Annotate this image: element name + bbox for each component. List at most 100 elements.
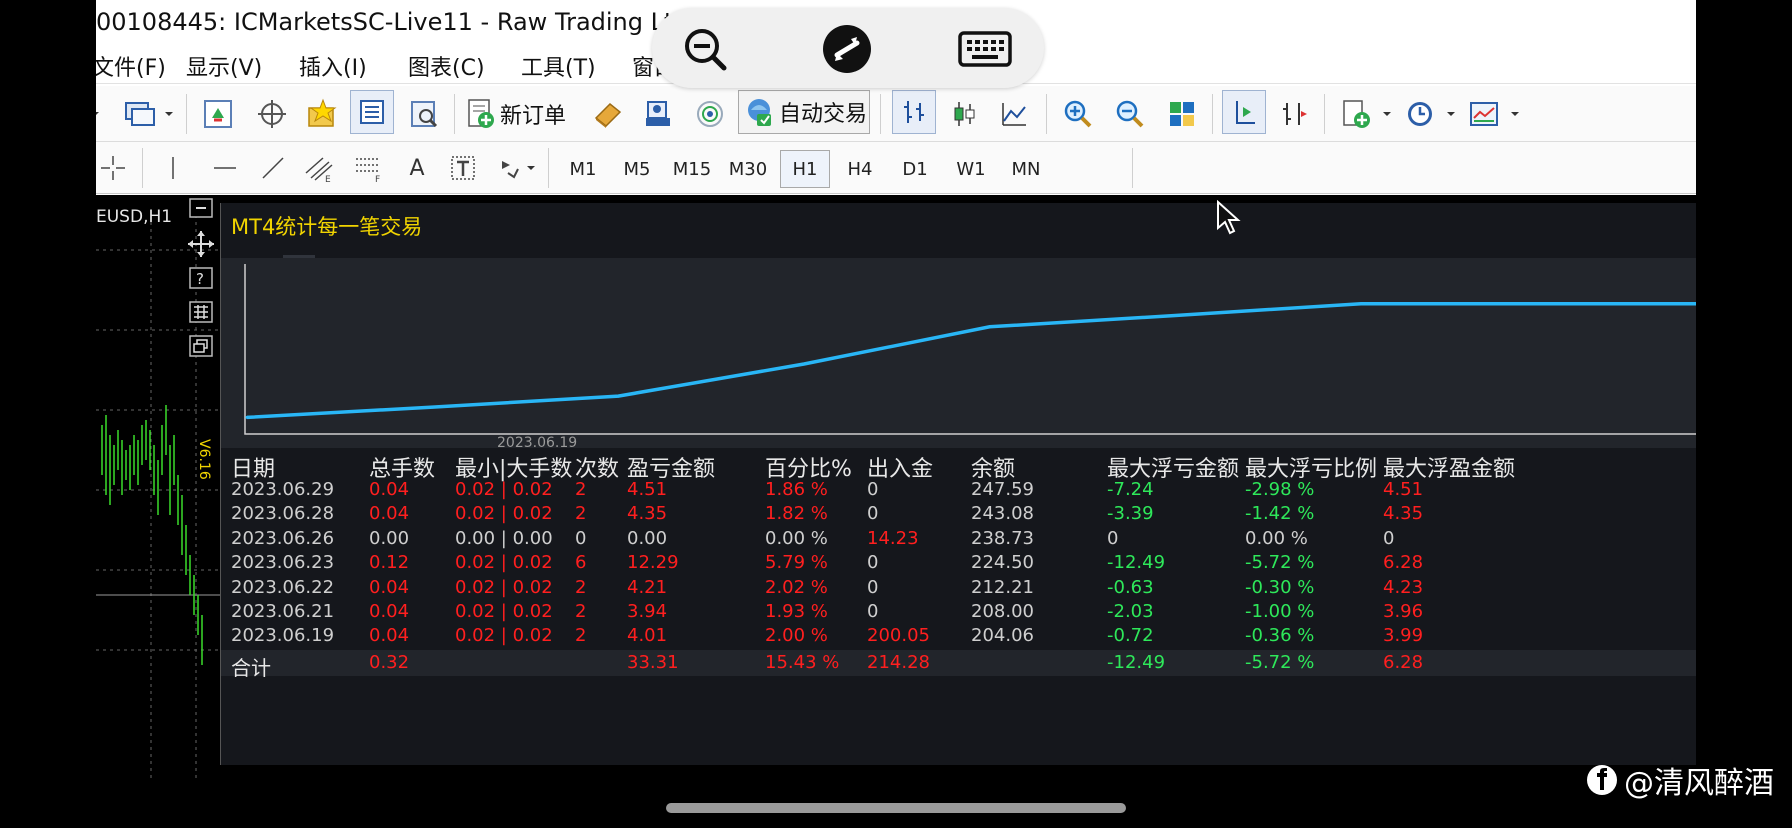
indicators-icon[interactable] <box>1334 92 1378 136</box>
table-cell: 2023.06.29 <box>231 479 335 500</box>
timeframe-m30[interactable]: M30 <box>720 150 776 188</box>
timeframe-h4[interactable]: H4 <box>834 150 886 188</box>
new-order-button[interactable]: 新订单 <box>466 92 578 136</box>
settings-icon[interactable] <box>184 297 218 327</box>
table-cell: -2.98 % <box>1245 479 1315 500</box>
trendline-icon[interactable] <box>256 146 290 190</box>
fibonacci-icon[interactable]: F <box>352 146 386 190</box>
menu-file[interactable]: 文件(F) <box>96 50 166 82</box>
panel-title: MT4统计每一笔交易 <box>231 215 423 239</box>
dropdown-arrow-icon[interactable] <box>1508 92 1522 136</box>
collapse-panel-icon[interactable] <box>184 195 218 223</box>
move-panel-icon[interactable] <box>184 229 218 259</box>
dropdown-arrow-icon[interactable] <box>96 92 100 136</box>
equity-curve-chart: 2023.06.19 <box>221 258 1696 448</box>
table-row[interactable]: 2023.06.21 0.04 0.02 | 0.02 2 3.94 1.93 % 0 208… <box>221 601 1696 628</box>
table-row[interactable]: 2023.06.29 0.04 0.02 | 0.02 2 4.51 1.86 % 0 247… <box>221 479 1696 506</box>
line-chart-icon[interactable] <box>992 92 1036 136</box>
zoom-out-icon[interactable] <box>1108 92 1152 136</box>
vertical-line-icon[interactable] <box>156 146 190 190</box>
timeframe-w1[interactable]: W1 <box>944 150 998 188</box>
auto-trading-button[interactable]: 自动交易 <box>738 90 870 134</box>
table-cell: 2023.06.23 <box>231 552 335 574</box>
svg-text:E: E <box>325 175 331 183</box>
menu-charts[interactable]: 图表(C) <box>408 50 485 82</box>
horizontal-line-icon[interactable] <box>208 146 242 190</box>
templates-icon[interactable] <box>1462 92 1506 136</box>
table-row[interactable]: 2023.06.28 0.04 0.02 | 0.02 2 4.35 1.82 % 0 243… <box>221 503 1696 530</box>
arrows-icon[interactable] <box>494 146 528 190</box>
terminal-icon[interactable] <box>350 90 394 134</box>
timeframe-m5[interactable]: M5 <box>610 150 664 188</box>
table-cell: 0.02 | 0.02 <box>455 625 553 647</box>
keyboard-icon[interactable] <box>958 22 1012 76</box>
help-icon[interactable]: ? <box>184 263 218 293</box>
table-row[interactable]: 2023.06.22 0.04 0.02 | 0.02 2 4.21 2.02 % 0 212… <box>221 577 1696 604</box>
metaeditor-icon[interactable] <box>586 92 630 136</box>
timeframe-d1[interactable]: D1 <box>888 150 942 188</box>
zoom-out-magnifier-icon[interactable] <box>678 22 732 76</box>
table-row[interactable]: 2023.06.23 0.12 0.02 | 0.02 6 12.29 5.79 % 0 22… <box>221 552 1696 579</box>
text-label-icon[interactable] <box>446 146 480 190</box>
tile-windows-icon[interactable] <box>1160 92 1204 136</box>
chart-shift-icon[interactable] <box>1272 92 1316 136</box>
total-cell: 6.28 <box>1383 651 1424 673</box>
timeframe-m15[interactable]: M15 <box>664 150 720 188</box>
table-cell: 2 <box>575 503 587 525</box>
table-cell: 0.02 | 0.02 <box>455 503 553 525</box>
table-row[interactable]: 2023.06.19 0.04 0.02 | 0.02 2 4.01 2.00 % 200.… <box>221 625 1696 652</box>
table-cell: 2.00 % <box>765 625 828 647</box>
table-cell: 0.12 <box>369 552 410 574</box>
table-cell: 1.86 % <box>765 479 828 500</box>
remote-desktop-icon[interactable] <box>820 22 874 76</box>
timeframe-h1[interactable]: H1 <box>780 150 830 188</box>
mailbox-icon[interactable] <box>636 92 680 136</box>
tester-icon[interactable] <box>402 92 446 136</box>
menu-tools[interactable]: 工具(T) <box>521 50 596 82</box>
restore-window-icon[interactable] <box>184 331 218 361</box>
table-cell: -0.30 % <box>1245 576 1315 598</box>
favorites-icon[interactable] <box>300 92 344 136</box>
text-tool-icon[interactable]: A <box>400 146 434 190</box>
market-watch-icon[interactable] <box>196 92 240 136</box>
table-cell: 0.00 | 0.00 <box>455 527 553 549</box>
equidistant-channel-icon[interactable]: E <box>302 146 336 190</box>
mouse-cursor-icon <box>1217 200 1241 235</box>
chart-window[interactable]: EUSD,H1 V6.16 ? MT4统计每一笔交易 综 日 周 月 季 年 <box>96 195 1696 780</box>
menu-view[interactable]: 显示(V) <box>186 50 262 82</box>
home-indicator[interactable] <box>666 803 1126 813</box>
table-cell: -7.24 <box>1107 479 1154 500</box>
timeframe-mn[interactable]: MN <box>998 150 1054 188</box>
dropdown-arrow-icon[interactable] <box>1380 92 1394 136</box>
remote-desktop-controls <box>652 8 1044 88</box>
table-cell: 3.94 <box>627 601 668 622</box>
candlesticks-icon[interactable] <box>942 92 986 136</box>
new-order-label: 新订单 <box>500 104 567 129</box>
table-cell: 1.93 % <box>765 601 828 622</box>
table-cell: 0.04 <box>369 601 410 622</box>
autoscroll-icon[interactable] <box>1222 90 1266 134</box>
bar-chart-icon[interactable] <box>892 90 936 134</box>
table-row[interactable]: 2023.06.26 0.00 0.00 | 0.00 0 0.00 0.00 % 14.2… <box>221 528 1696 555</box>
navigator-icon[interactable] <box>250 92 294 136</box>
crosshair-icon[interactable] <box>96 146 130 190</box>
table-cell: 3.96 <box>1383 601 1424 622</box>
profiles-icon[interactable] <box>118 92 162 136</box>
chart-symbol-label: EUSD,H1 <box>96 207 173 227</box>
timeframe-m1[interactable]: M1 <box>556 150 610 188</box>
table-cell: 0.04 <box>369 576 410 598</box>
equity-point <box>1173 314 1177 317</box>
signals-icon[interactable] <box>688 92 732 136</box>
table-cell: 2023.06.19 <box>231 625 335 647</box>
table-cell: -1.42 % <box>1245 503 1315 525</box>
dropdown-arrow-icon[interactable] <box>162 92 176 136</box>
table-cell: 2023.06.21 <box>231 601 335 622</box>
menu-insert[interactable]: 插入(I) <box>299 50 367 82</box>
dropdown-arrow-icon[interactable] <box>1444 92 1458 136</box>
table-cell: 0.02 | 0.02 <box>455 601 553 622</box>
zoom-in-icon[interactable] <box>1056 92 1100 136</box>
periods-clock-icon[interactable] <box>1398 92 1442 136</box>
dropdown-arrow-icon[interactable] <box>524 146 538 190</box>
table-cell: 0 <box>867 552 879 574</box>
table-cell: 238.73 <box>971 527 1034 549</box>
